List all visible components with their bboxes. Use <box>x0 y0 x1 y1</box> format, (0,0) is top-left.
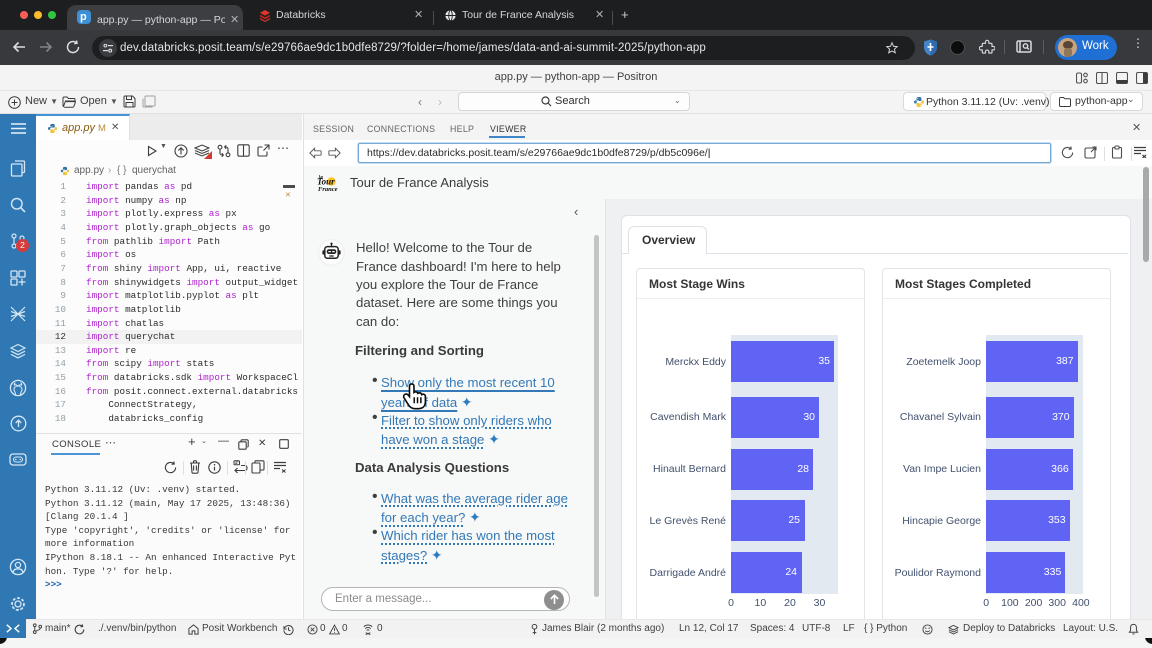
svg-text:Tour: Tour <box>317 177 335 187</box>
svg-text:France: France <box>318 186 338 193</box>
